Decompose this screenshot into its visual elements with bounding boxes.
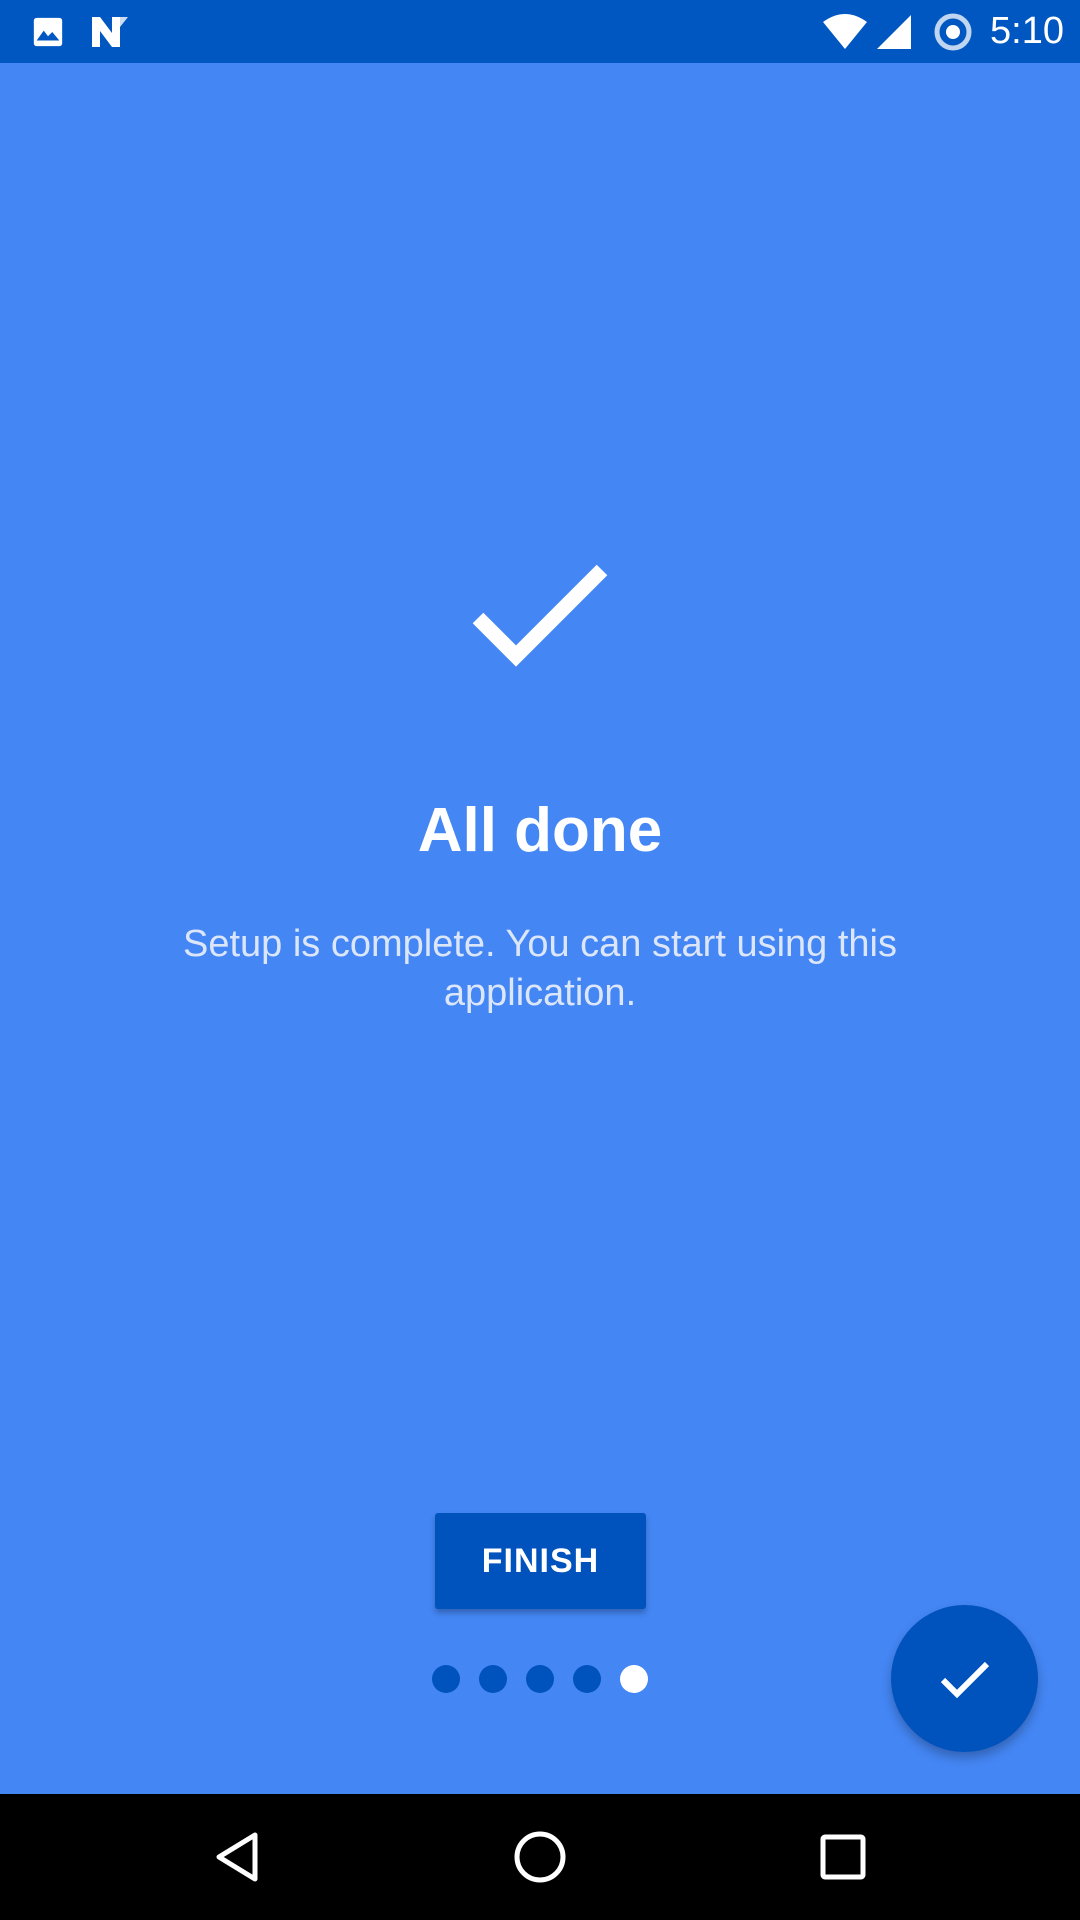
status-bar: 5:10 <box>0 0 1080 63</box>
home-button[interactable] <box>460 1794 620 1920</box>
page-dot-1[interactable] <box>432 1665 460 1693</box>
status-time: 5:10 <box>990 10 1064 52</box>
finish-button[interactable]: FINISH <box>435 1513 646 1609</box>
done-fab-button[interactable] <box>891 1605 1038 1752</box>
back-icon <box>213 1831 261 1883</box>
image-notification-icon <box>28 0 68 63</box>
page-dot-4[interactable] <box>573 1665 601 1693</box>
checkmark-icon <box>470 560 610 670</box>
navigation-bar <box>0 1794 1080 1920</box>
page-indicator <box>432 1665 648 1693</box>
sync-icon <box>930 0 976 63</box>
page-dot-2[interactable] <box>479 1665 507 1693</box>
check-icon <box>939 1658 991 1700</box>
back-button[interactable] <box>157 1794 317 1920</box>
page-dot-3[interactable] <box>526 1665 554 1693</box>
page-title: All done <box>417 796 663 865</box>
recents-icon <box>820 1834 866 1880</box>
recents-button[interactable] <box>763 1794 923 1920</box>
page-description: Setup is complete. You can start using t… <box>183 923 897 1014</box>
wifi-icon <box>820 0 870 63</box>
n-app-notification-icon <box>88 0 132 63</box>
cellular-signal-icon <box>872 0 916 63</box>
home-icon <box>513 1830 567 1884</box>
intro-screen: 5:10 All done Setup is complete. You can… <box>0 0 1080 1920</box>
page-dot-5-current[interactable] <box>620 1665 648 1693</box>
